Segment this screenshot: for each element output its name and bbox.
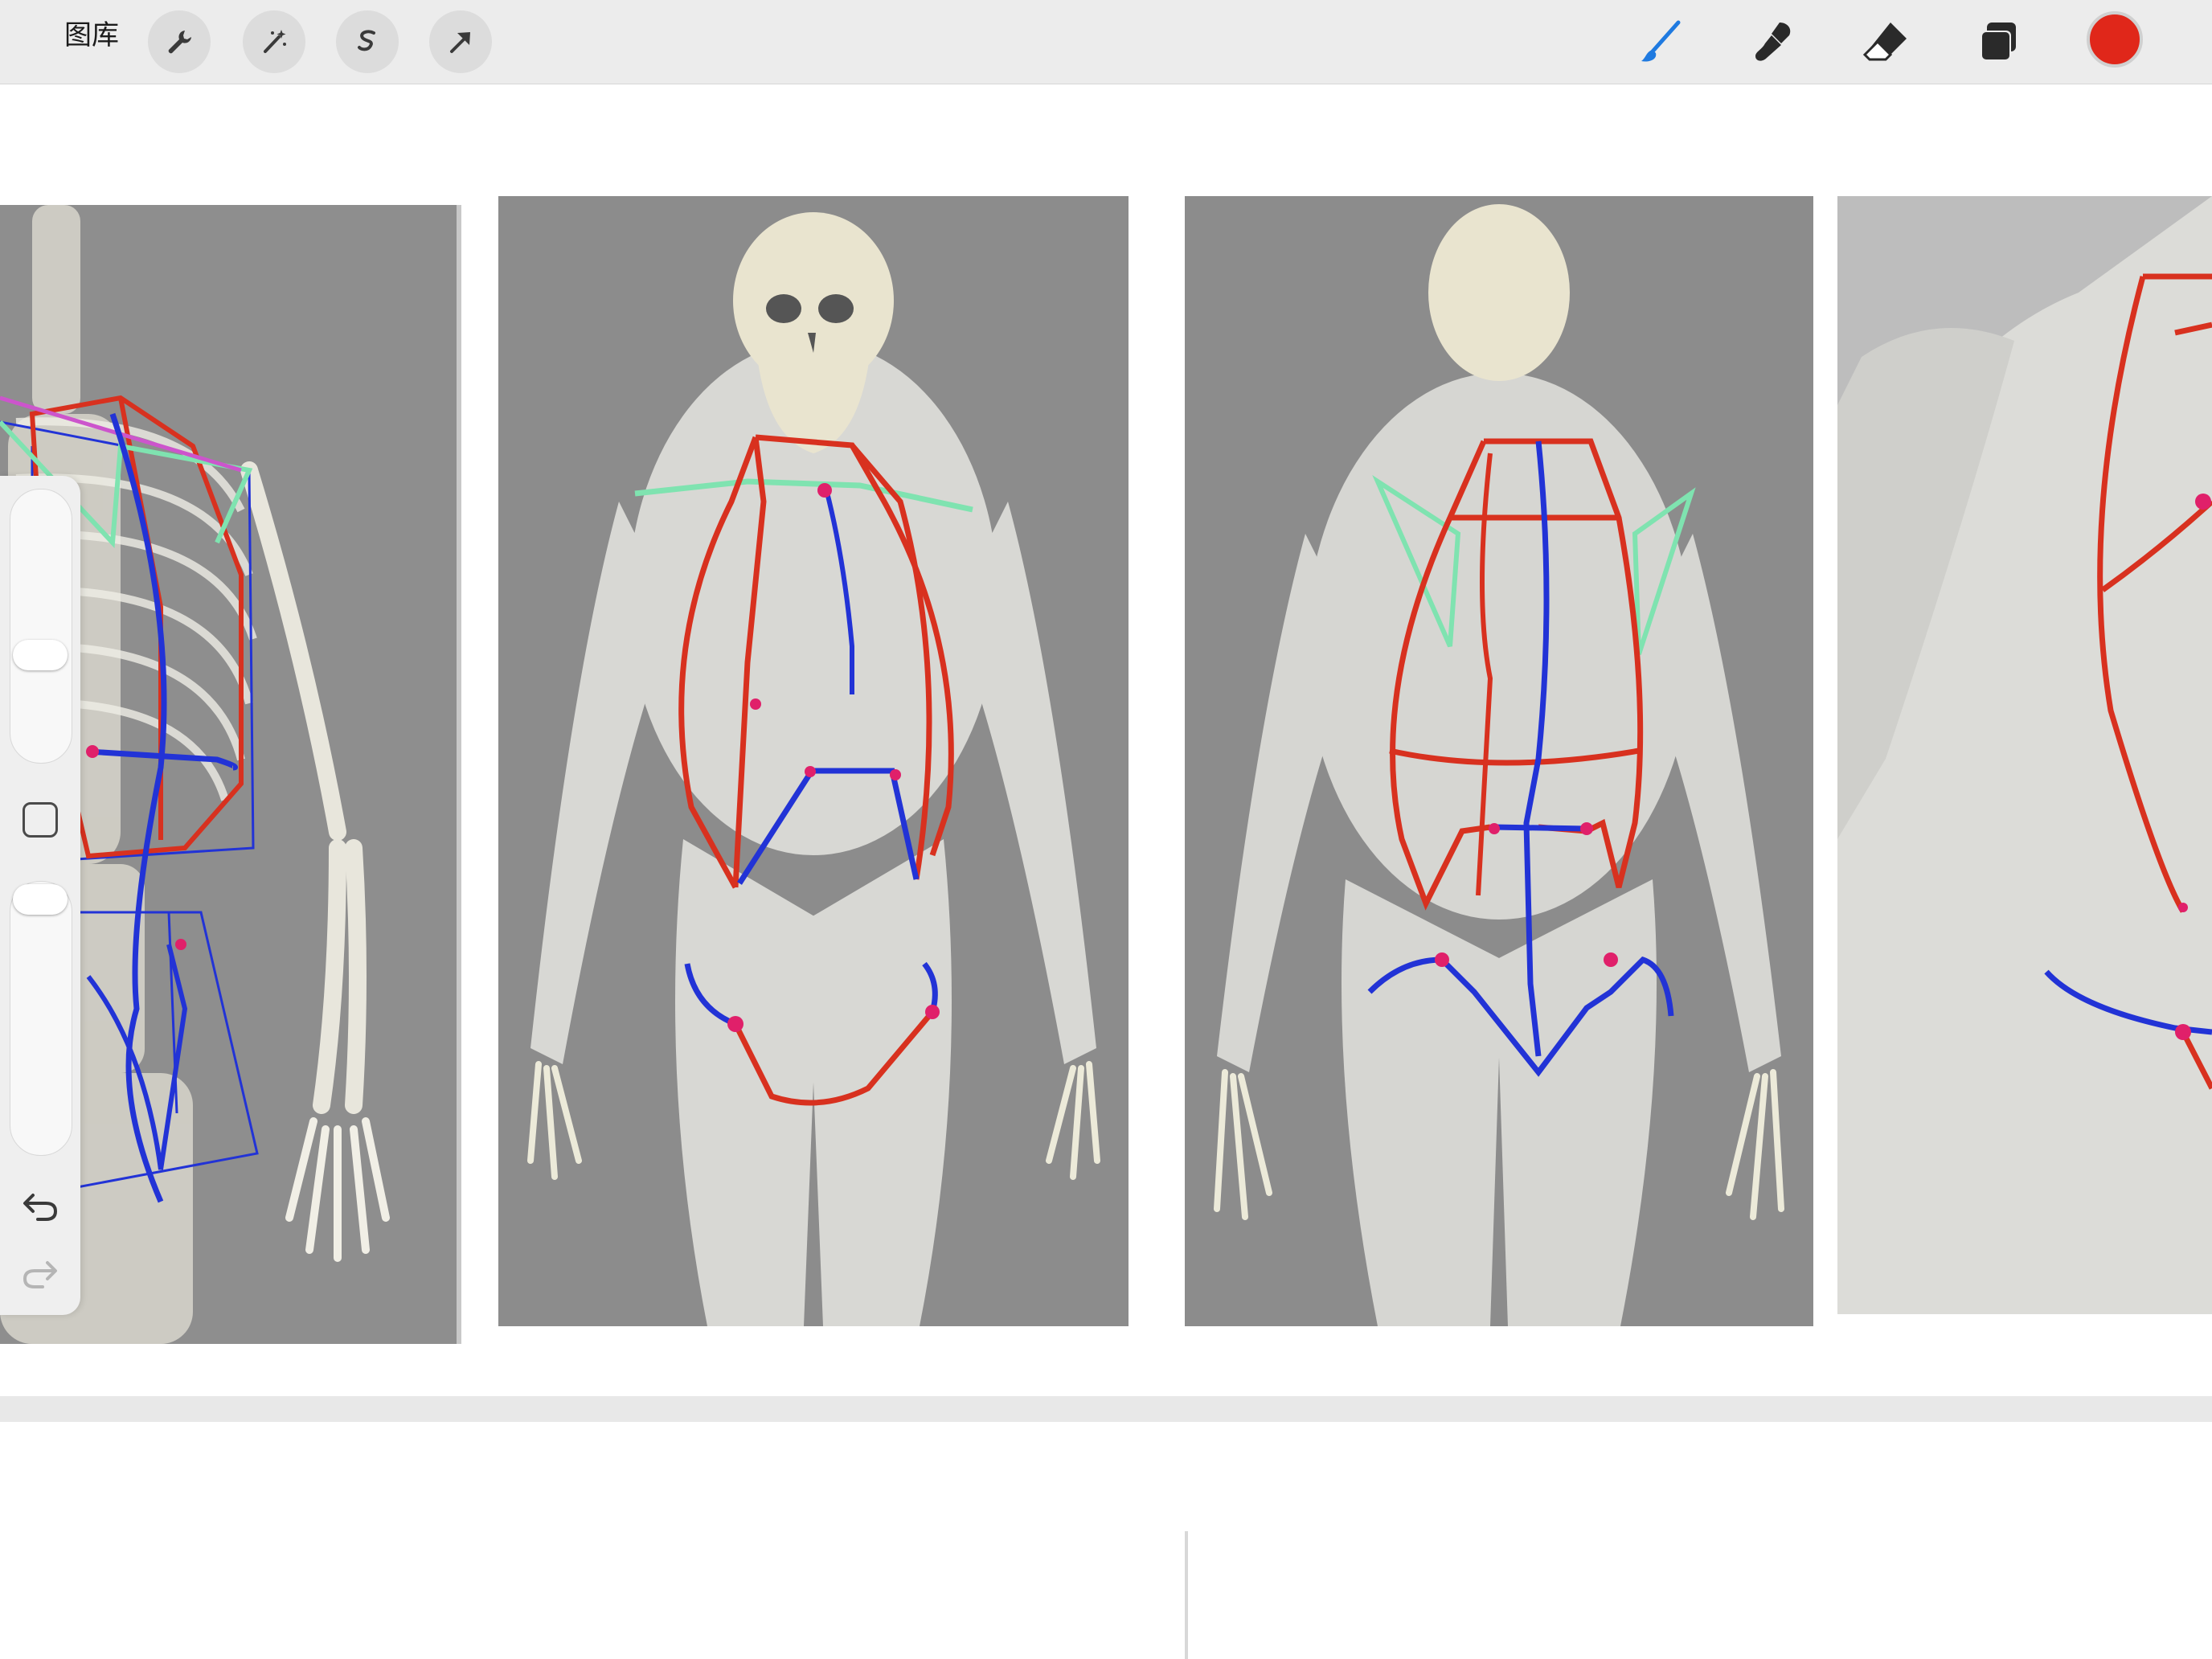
drawing-canvas[interactable] xyxy=(0,84,2212,1395)
gallery-button[interactable]: 图库 xyxy=(64,18,119,53)
eraser-icon xyxy=(1862,23,1907,61)
layers-icon xyxy=(1981,23,2016,61)
layers-button[interactable] xyxy=(1966,10,2030,74)
brush-button[interactable] xyxy=(1630,10,1694,74)
undo-icon xyxy=(23,1194,58,1221)
brush-size-slider[interactable] xyxy=(10,489,72,764)
brush-icon xyxy=(1641,20,1681,62)
wrench-icon xyxy=(168,31,191,54)
transform-button[interactable] xyxy=(429,10,492,73)
canvas-divider xyxy=(0,1396,2212,1422)
reference-panel-back xyxy=(1185,196,1813,1326)
brush-sidebar xyxy=(0,476,80,1315)
modify-square-icon[interactable] xyxy=(23,802,58,838)
adjustments-button[interactable] xyxy=(243,10,305,73)
undo-button[interactable] xyxy=(20,1186,60,1227)
smudge-button[interactable] xyxy=(1741,10,1805,74)
reference-panel-three-quarter xyxy=(1837,196,2212,1314)
opacity-handle[interactable] xyxy=(13,884,68,915)
reference-panel-front xyxy=(498,196,1129,1326)
redo-icon xyxy=(23,1261,57,1288)
color-picker-button[interactable] xyxy=(2087,11,2143,68)
smudge-icon xyxy=(1755,23,1791,61)
actions-wrench-button[interactable] xyxy=(148,10,211,73)
selection-button[interactable] xyxy=(336,10,399,73)
top-toolbar: 图库 xyxy=(0,0,2212,84)
selection-icon xyxy=(358,30,375,51)
center-guide xyxy=(1185,1531,1188,1659)
eraser-button[interactable] xyxy=(1854,10,1918,74)
canvas-bottom-area[interactable] xyxy=(0,1422,2212,1659)
brush-size-handle[interactable] xyxy=(13,640,68,670)
opacity-slider[interactable] xyxy=(10,881,72,1156)
transform-arrow-icon xyxy=(450,32,470,53)
magic-wand-icon xyxy=(264,30,286,53)
redo-button[interactable] xyxy=(20,1254,60,1294)
